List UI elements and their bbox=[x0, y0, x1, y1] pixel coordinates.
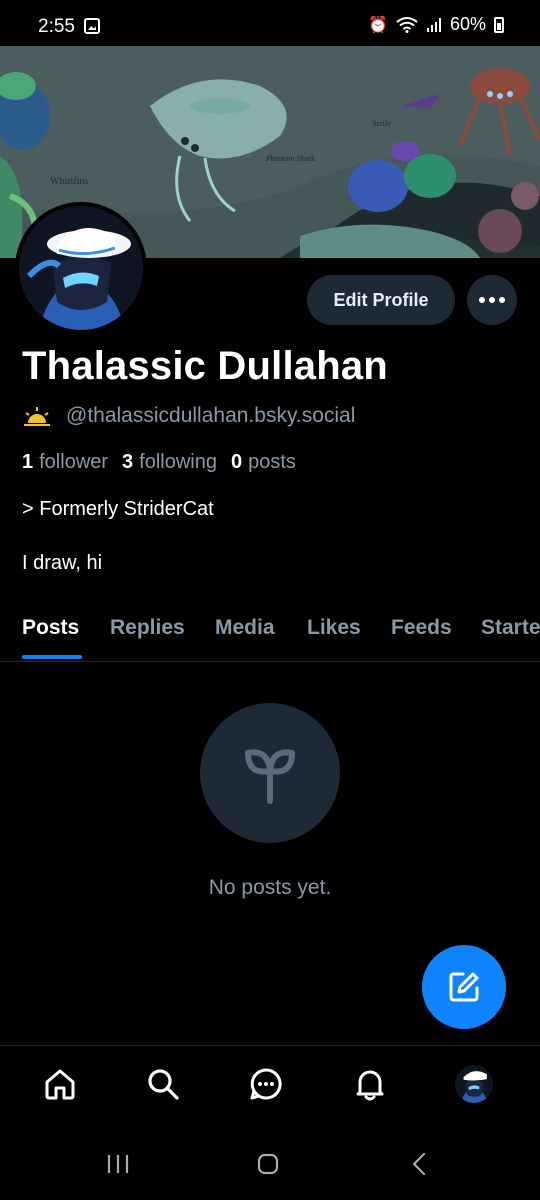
followers-count: 1 bbox=[22, 451, 34, 473]
search-icon bbox=[148, 1069, 179, 1100]
bottom-nav bbox=[0, 1045, 540, 1130]
system-nav-bar bbox=[0, 1130, 540, 1200]
handle-row: @thalassicdullahan.bsky.social bbox=[22, 404, 355, 428]
bio-line: I draw, hi bbox=[22, 552, 103, 574]
posts-count: 0 bbox=[231, 451, 243, 473]
tab-starter-packs[interactable]: Starte bbox=[481, 616, 540, 640]
posts-stat: 0 posts bbox=[231, 451, 296, 474]
status-bar: 2:55 ⏰ 60% bbox=[0, 0, 540, 46]
compose-icon bbox=[449, 972, 479, 1002]
tab-feeds[interactable]: Feeds bbox=[391, 616, 452, 640]
banner-label-whirlfins: Whirlfins bbox=[50, 176, 88, 187]
tab-media[interactable]: Media bbox=[215, 616, 275, 640]
empty-state-badge bbox=[200, 703, 340, 843]
home-icon bbox=[45, 1069, 75, 1100]
chat-icon bbox=[250, 1068, 282, 1100]
back-icon[interactable] bbox=[408, 1152, 432, 1176]
battery-icon bbox=[494, 16, 504, 33]
alarm-icon: ⏰ bbox=[368, 16, 388, 34]
more-options-button[interactable] bbox=[467, 275, 517, 325]
display-name: Thalassic Dullahan bbox=[22, 344, 388, 388]
status-icons: ⏰ 60% bbox=[368, 14, 504, 35]
banner-label-scrife: Scrife bbox=[372, 119, 392, 128]
status-time: 2:55 bbox=[38, 16, 75, 37]
sprout-icon bbox=[245, 749, 295, 804]
profile-stats: 1 follower 3 following 0 posts bbox=[22, 451, 296, 474]
edit-profile-button[interactable]: Edit Profile bbox=[307, 275, 455, 325]
following-label: following bbox=[139, 451, 217, 473]
ellipsis-icon bbox=[479, 297, 485, 303]
following-count: 3 bbox=[122, 451, 134, 473]
empty-state-message: No posts yet. bbox=[208, 876, 332, 899]
active-tab-indicator bbox=[22, 655, 82, 659]
following-stat[interactable]: 3 following bbox=[122, 451, 217, 474]
sunrise-icon bbox=[24, 407, 50, 426]
banner-label-phantom-shark: Phantom Shark bbox=[266, 154, 315, 163]
ellipsis-dot bbox=[489, 297, 495, 303]
nav-search[interactable] bbox=[143, 1064, 183, 1104]
home-button-icon[interactable] bbox=[256, 1152, 280, 1176]
recent-apps-icon[interactable] bbox=[106, 1152, 130, 1176]
followers-label: follower bbox=[39, 451, 109, 473]
signal-icon bbox=[426, 17, 441, 32]
avatar-artwork bbox=[19, 206, 143, 330]
image-icon bbox=[84, 18, 100, 34]
bio-line: > Formerly StriderCat bbox=[22, 498, 214, 520]
wifi-icon bbox=[396, 16, 418, 33]
tab-likes[interactable]: Likes bbox=[307, 616, 361, 640]
tab-posts[interactable]: Posts bbox=[22, 616, 79, 640]
nav-notifications[interactable] bbox=[350, 1064, 390, 1104]
ellipsis-dot bbox=[499, 297, 505, 303]
nav-home[interactable] bbox=[40, 1064, 80, 1104]
nav-chat[interactable] bbox=[246, 1064, 286, 1104]
compose-post-button[interactable] bbox=[422, 945, 506, 1029]
posts-label: posts bbox=[248, 451, 296, 473]
followers-stat[interactable]: 1 follower bbox=[22, 451, 108, 474]
profile-avatar[interactable] bbox=[15, 202, 147, 334]
battery-percent: 60% bbox=[449, 14, 486, 34]
nav-profile[interactable] bbox=[454, 1064, 494, 1104]
nav-profile-avatar bbox=[455, 1065, 493, 1103]
avatar-thumbnail bbox=[455, 1065, 493, 1103]
tab-replies[interactable]: Replies bbox=[110, 616, 185, 640]
bell-icon bbox=[356, 1070, 384, 1101]
profile-tabs: Posts Replies Media Likes Feeds Starte bbox=[0, 600, 540, 662]
handle[interactable]: @thalassicdullahan.bsky.social bbox=[66, 404, 355, 428]
